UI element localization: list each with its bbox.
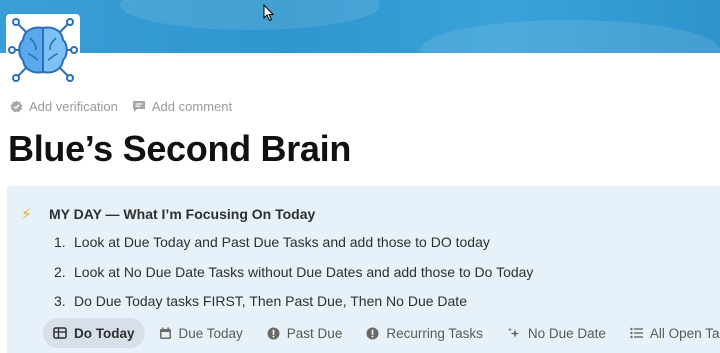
list-item-text: Look at Due Today and Past Due Tasks and… [74, 234, 490, 250]
list-item-number: 3. [54, 293, 66, 309]
page-title[interactable]: Blue’s Second Brain [8, 126, 351, 172]
calendar-icon [159, 327, 171, 339]
tab-do-today[interactable]: Do Today [43, 318, 145, 348]
list-item-number: 2. [54, 263, 66, 280]
tab-label: Due Today [178, 325, 243, 341]
steps-list: 1. Look at Due Today and Past Due Tasks a… [54, 231, 533, 320]
tab-label: Past Due [286, 325, 343, 341]
brain-circuit-icon [8, 18, 78, 82]
tab-past-due[interactable]: Past Due [257, 318, 353, 348]
callout-title[interactable]: MY DAY — What I’m Focusing On Today [49, 206, 315, 222]
add-verification-label: Add verification [29, 98, 118, 114]
mouse-cursor-icon [263, 4, 275, 22]
page-icon[interactable] [6, 14, 80, 86]
add-comment-label: Add comment [151, 98, 233, 114]
table-icon [53, 327, 67, 339]
sparkles-icon [507, 327, 520, 338]
list-item[interactable]: 2. Look at No Due Date Tasks without Due … [54, 261, 533, 291]
cover-texture [420, 20, 720, 53]
page-cover[interactable] [0, 0, 720, 53]
cover-texture [120, 0, 380, 30]
add-verification-button[interactable]: Add verification [10, 99, 118, 114]
tab-label: Recurring Tasks [386, 325, 483, 341]
tab-no-due-date[interactable]: No Due Date [497, 318, 616, 348]
list-item-number: 1. [54, 234, 66, 250]
tab-label: Do Today [74, 325, 135, 341]
alert-circle-icon [366, 327, 379, 339]
tab-label: No Due Date [527, 325, 606, 341]
callout-header: ⚡ MY DAY — What I’m Focusing On Today [21, 204, 315, 224]
list-item-text: Do Due Today tasks FIRST, Then Past Due,… [74, 293, 467, 309]
list-icon [630, 327, 643, 339]
comment-icon [132, 100, 145, 112]
view-tabs: Do Today Due Today Past Due Recurring Ta… [43, 318, 720, 348]
list-item-text: Look at No Due Date Tasks without Due Da… [74, 263, 534, 280]
verified-badge-icon [10, 100, 23, 112]
tab-recurring-tasks[interactable]: Recurring Tasks [356, 318, 493, 348]
callout-block[interactable]: ⚡ MY DAY — What I’m Focusing On Today 1.… [7, 186, 720, 353]
lightning-icon[interactable]: ⚡ [21, 205, 37, 223]
add-comment-button[interactable]: Add comment [132, 99, 232, 114]
list-item[interactable]: 1. Look at Due Today and Past Due Tasks a… [54, 231, 533, 261]
list-item[interactable]: 3. Do Due Today tasks FIRST, Then Past Du… [54, 290, 533, 320]
tab-label: All Open Tasks [649, 325, 720, 341]
alert-circle-icon [267, 327, 280, 339]
tab-all-open-tasks[interactable]: All Open Tasks [620, 318, 720, 348]
page-meta-row: Add verification Add comment [10, 97, 246, 115]
tab-due-today[interactable]: Due Today [149, 318, 253, 348]
